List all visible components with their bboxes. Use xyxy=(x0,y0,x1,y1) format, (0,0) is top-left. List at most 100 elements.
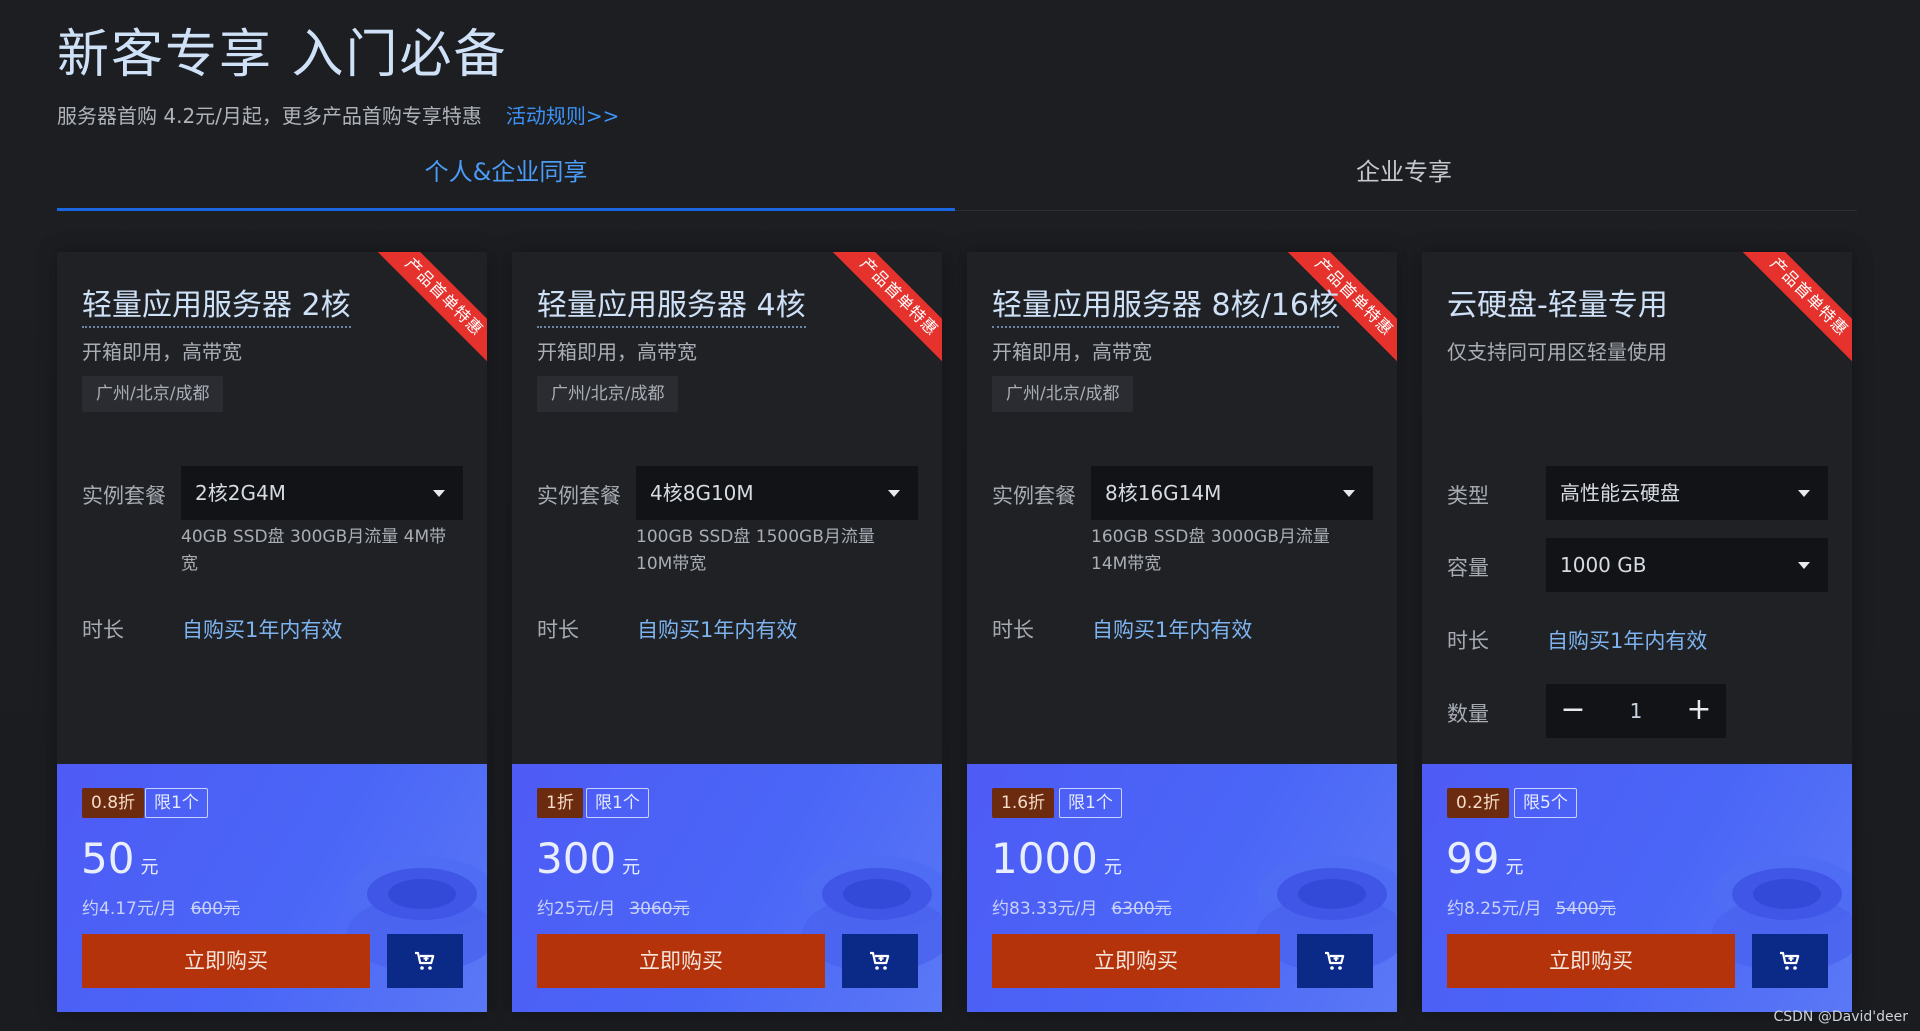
ribbon: 产品首单特惠 xyxy=(375,252,487,372)
buy-now-button[interactable]: 立即购买 xyxy=(82,934,370,988)
price: 50 元 xyxy=(81,834,158,883)
price-unit: 元 xyxy=(1505,857,1524,878)
caret-down-icon xyxy=(888,490,900,497)
price-panel: 0.8折 限1个 50 元 约4.17元/月 600元 立即购买 xyxy=(57,764,487,1012)
quantity-value[interactable]: 1 xyxy=(1600,684,1672,738)
duration-label: 时长 xyxy=(537,618,579,642)
price-unit: 元 xyxy=(140,857,159,878)
price-unit: 元 xyxy=(622,857,641,878)
cart-icon xyxy=(1325,951,1345,970)
monthly-price: 约4.17元/月 xyxy=(82,899,177,919)
price-value: 99 xyxy=(1446,834,1500,883)
price-value: 300 xyxy=(536,834,617,883)
ribbon: 产品首单特惠 xyxy=(830,252,942,372)
original-price: 600元 xyxy=(190,899,241,919)
buy-now-button[interactable]: 立即购买 xyxy=(1447,934,1735,988)
price-value: 1000 xyxy=(991,834,1098,883)
product-card-cloud-disk: 产品首单特惠 云硬盘-轻量专用 仅支持同可用区轻量使用 类型 高性能云硬盘 容量… xyxy=(1422,252,1852,1012)
card-title[interactable]: 轻量应用服务器 4核 xyxy=(537,280,806,328)
minus-icon[interactable]: − xyxy=(1546,684,1600,738)
region-tag: 广州/北京/成都 xyxy=(82,376,224,412)
card-desc: 仅支持同可用区轻量使用 xyxy=(1447,340,1667,364)
product-card-server-8core: 产品首单特惠 轻量应用服务器 8核/16核 开箱即用，高带宽 广州/北京/成都 … xyxy=(967,252,1397,1012)
watermark: CSDN @David'deer xyxy=(1773,1009,1908,1025)
duration-value: 自购买1年内有效 xyxy=(1547,629,1708,653)
card-title[interactable]: 轻量应用服务器 2核 xyxy=(82,280,351,328)
card-desc: 开箱即用，高带宽 xyxy=(537,340,697,364)
promo-page: 新客专享 入门必备 服务器首购 4.2元/月起，更多产品首购专享特惠 活动规则>>… xyxy=(0,0,1920,1031)
original-price: 5400元 xyxy=(1555,899,1616,919)
capacity-label: 容量 xyxy=(1447,556,1489,580)
tab-enterprise-only[interactable]: 企业专享 xyxy=(955,150,1853,208)
caret-down-icon xyxy=(1343,490,1355,497)
price: 99 元 xyxy=(1446,834,1523,883)
cart-icon xyxy=(1780,951,1800,970)
duration-value: 自购买1年内有效 xyxy=(1092,618,1253,642)
add-to-cart-button[interactable] xyxy=(1297,934,1373,988)
original-price: 3060元 xyxy=(629,899,690,919)
package-select[interactable]: 2核2G4M xyxy=(181,466,463,520)
region-tag: 广州/北京/成都 xyxy=(992,376,1134,412)
spec-note: 40GB SSD盘 300GB月流量 4M带宽 xyxy=(181,527,447,574)
package-label: 实例套餐 xyxy=(537,484,621,508)
monthly-price: 约25元/月 xyxy=(537,899,616,919)
quantity-stepper: − 1 + xyxy=(1546,684,1726,738)
price-monthly: 约83.33元/月 6300元 xyxy=(992,894,1172,919)
price-monthly: 约8.25元/月 5400元 xyxy=(1447,894,1616,919)
disk-type-label: 类型 xyxy=(1447,484,1489,508)
discount-badge: 1折 xyxy=(537,788,583,818)
disk-type-select[interactable]: 高性能云硬盘 xyxy=(1546,466,1828,520)
spec-note: 160GB SSD盘 3000GB月流量 14M带宽 xyxy=(1091,527,1330,574)
limit-badge: 限5个 xyxy=(1514,788,1577,818)
price-value: 50 xyxy=(81,834,135,883)
capacity-select[interactable]: 1000 GB xyxy=(1546,538,1828,592)
cart-icon xyxy=(415,951,435,970)
price-monthly: 约25元/月 3060元 xyxy=(537,894,690,919)
plus-icon[interactable]: + xyxy=(1672,684,1726,738)
quantity-label: 数量 xyxy=(1447,702,1489,726)
card-title: 云硬盘-轻量专用 xyxy=(1447,288,1668,323)
tab-bar: 个人&企业同享 企业专享 xyxy=(57,150,1857,211)
ribbon-label: 产品首单特惠 xyxy=(375,252,487,372)
package-select[interactable]: 4核8G10M xyxy=(636,466,918,520)
duration-label: 时长 xyxy=(1447,629,1489,653)
page-subtitle: 服务器首购 4.2元/月起，更多产品首购专享特惠 活动规则>> xyxy=(57,100,619,129)
tab-personal-enterprise[interactable]: 个人&企业同享 xyxy=(57,150,955,211)
price-panel: 1折 限1个 300 元 约25元/月 3060元 立即购买 xyxy=(512,764,942,1012)
package-select-value: 8核16G14M xyxy=(1105,481,1222,505)
price: 300 元 xyxy=(536,834,640,883)
duration-value: 自购买1年内有效 xyxy=(182,618,343,642)
ribbon-label: 产品首单特惠 xyxy=(830,252,942,372)
add-to-cart-button[interactable] xyxy=(387,934,463,988)
card-title[interactable]: 轻量应用服务器 8核/16核 xyxy=(992,280,1339,328)
duration-value: 自购买1年内有效 xyxy=(637,618,798,642)
price-unit: 元 xyxy=(1103,857,1122,878)
duration-label: 时长 xyxy=(82,618,124,642)
discount-badge: 1.6折 xyxy=(992,788,1055,818)
price-monthly: 约4.17元/月 600元 xyxy=(82,894,240,919)
limit-badge: 限1个 xyxy=(145,788,208,818)
caret-down-icon xyxy=(433,490,445,497)
page-title: 新客专享 入门必备 xyxy=(57,25,508,85)
spec-note: 100GB SSD盘 1500GB月流量 10M带宽 xyxy=(636,527,875,574)
product-card-server-4core: 产品首单特惠 轻量应用服务器 4核 开箱即用，高带宽 广州/北京/成都 实例套餐… xyxy=(512,252,942,1012)
discount-badge: 0.8折 xyxy=(82,788,145,818)
duration-label: 时长 xyxy=(992,618,1034,642)
package-label: 实例套餐 xyxy=(82,484,166,508)
add-to-cart-button[interactable] xyxy=(1752,934,1828,988)
caret-down-icon xyxy=(1798,562,1810,569)
disk-type-value: 高性能云硬盘 xyxy=(1560,481,1680,505)
discount-badge: 0.2折 xyxy=(1447,788,1510,818)
buy-now-button[interactable]: 立即购买 xyxy=(537,934,825,988)
card-desc: 开箱即用，高带宽 xyxy=(992,340,1152,364)
add-to-cart-button[interactable] xyxy=(842,934,918,988)
package-select-value: 4核8G10M xyxy=(650,481,754,505)
price-panel: 0.2折 限5个 99 元 约8.25元/月 5400元 立即购买 xyxy=(1422,764,1852,1012)
ribbon: 产品首单特惠 xyxy=(1740,252,1852,372)
rules-link[interactable]: 活动规则>> xyxy=(506,104,620,128)
package-select[interactable]: 8核16G14M xyxy=(1091,466,1373,520)
price: 1000 元 xyxy=(991,834,1122,883)
buy-now-button[interactable]: 立即购买 xyxy=(992,934,1280,988)
caret-down-icon xyxy=(1798,490,1810,497)
subtitle-text: 服务器首购 4.2元/月起，更多产品首购专享特惠 xyxy=(57,104,482,128)
